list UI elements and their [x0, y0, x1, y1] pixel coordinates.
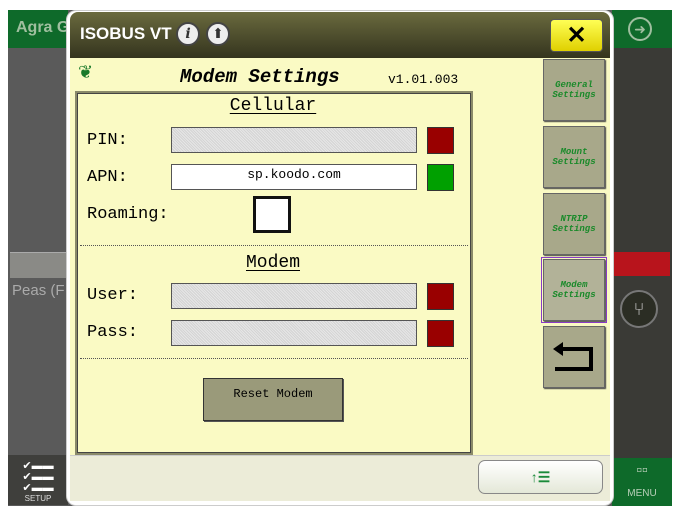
- apn-input[interactable]: sp.koodo.com: [171, 164, 417, 190]
- user-label: User:: [87, 286, 139, 305]
- crop-label: Peas (F: [12, 282, 65, 299]
- person-info-icon[interactable]: ⬆: [206, 22, 230, 46]
- roaming-checkbox[interactable]: [253, 196, 291, 233]
- screen-title: Modem Settings: [180, 66, 340, 88]
- setup-label: SETUP: [24, 494, 52, 503]
- cellular-heading: Cellular: [229, 96, 317, 116]
- nav-modem-settings[interactable]: Modem Settings: [541, 257, 607, 323]
- pin-label: PIN:: [87, 131, 128, 150]
- section-strip-left: [10, 252, 68, 278]
- dialog-title: ISOBUS VT: [80, 24, 172, 43]
- divider: [80, 245, 468, 246]
- pin-status-indicator: [427, 127, 454, 154]
- menu-label: MENU: [627, 488, 657, 499]
- pass-status-indicator: [427, 320, 454, 347]
- divider: [80, 358, 468, 359]
- close-icon: ✕: [566, 22, 587, 49]
- user-input[interactable]: [171, 283, 417, 309]
- modem-heading: Modem: [245, 253, 300, 273]
- nav-general-settings[interactable]: General Settings: [543, 59, 605, 121]
- reset-modem-button[interactable]: Reset Modem: [203, 378, 343, 421]
- nav-mount-settings[interactable]: Mount Settings: [543, 126, 605, 188]
- menu-button[interactable]: ▫▫ MENU: [612, 458, 672, 506]
- back-button[interactable]: [543, 326, 605, 388]
- grid-icon: ▫▫: [636, 462, 648, 479]
- nav-ntrip-settings[interactable]: NTRIP Settings: [543, 193, 605, 255]
- arrow-right-icon[interactable]: ➜: [628, 17, 652, 41]
- apn-label: APN:: [87, 168, 128, 187]
- roaming-label: Roaming:: [87, 205, 169, 224]
- info-icon[interactable]: i: [176, 22, 200, 46]
- apn-status-indicator: [427, 164, 454, 191]
- pass-input[interactable]: [171, 320, 417, 346]
- app-title: Agra G: [8, 10, 68, 48]
- section-strip-right: [614, 252, 670, 276]
- checklist-icon: ✔▬▬ ✔▬▬ ✔▬▬: [22, 460, 54, 494]
- page-list-button[interactable]: ↑☰: [478, 460, 603, 494]
- fork-icon[interactable]: ⑂: [620, 290, 658, 328]
- user-status-indicator: [427, 283, 454, 310]
- version-label: v1.01.003: [388, 72, 459, 87]
- page-list-icon: ↑☰: [530, 469, 551, 485]
- return-arrow-icon: [553, 342, 593, 371]
- pass-label: Pass:: [87, 323, 139, 342]
- pin-input[interactable]: [171, 127, 417, 153]
- logo-icon: ❦: [78, 62, 94, 82]
- close-button[interactable]: ✕: [550, 19, 603, 52]
- setup-button[interactable]: ✔▬▬ ✔▬▬ ✔▬▬ SETUP: [8, 455, 68, 505]
